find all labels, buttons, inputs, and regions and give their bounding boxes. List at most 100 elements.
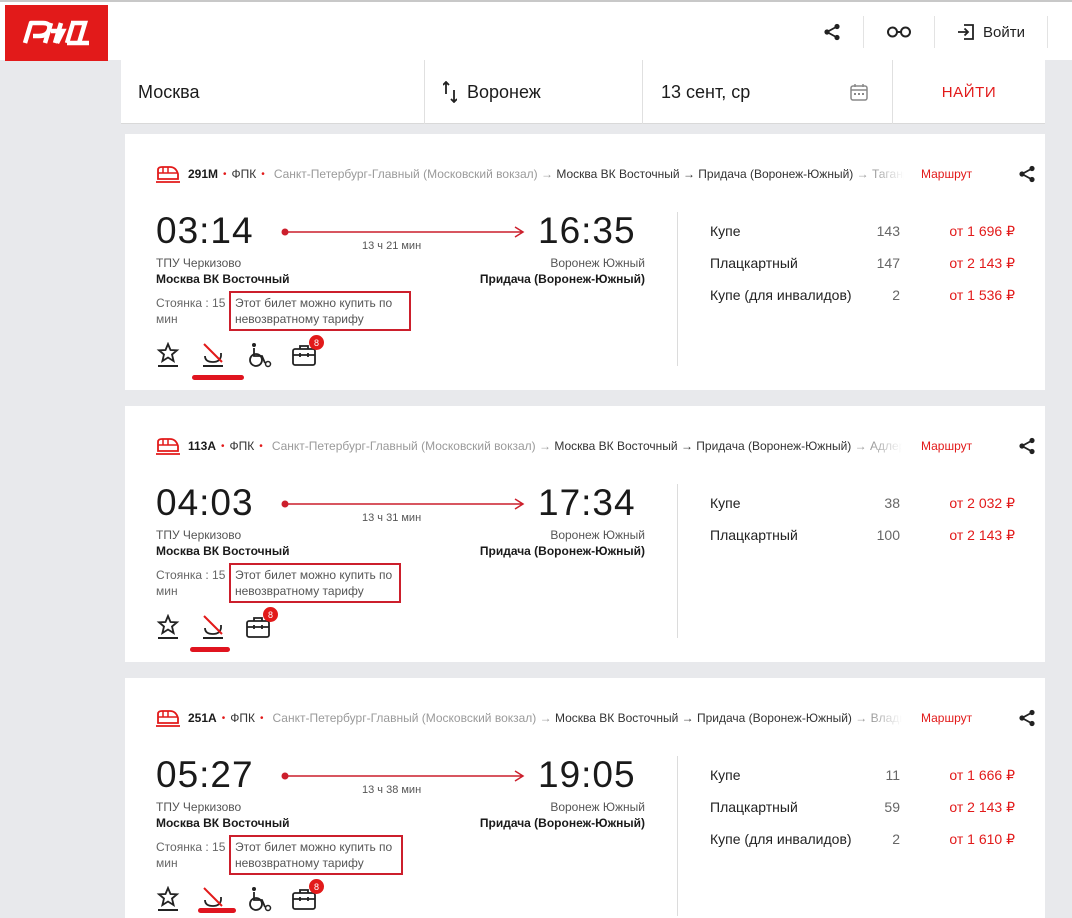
share-icon[interactable] [1018, 437, 1036, 458]
luggage-badge: 8 [309, 879, 324, 894]
luggage-icon[interactable]: 8 [292, 335, 324, 367]
from-field[interactable]: Москва [121, 60, 425, 124]
search-bar: Москва Воронеж 13 сент, ср НАЙТИ [121, 60, 1045, 124]
arrival-city: Воронеж Южный [550, 800, 645, 814]
amenity-icons: 8 [156, 335, 336, 370]
duration: 13 ч 21 мин [362, 240, 422, 252]
luggage-badge: 8 [309, 335, 324, 350]
share-icon [824, 23, 840, 41]
fare-row[interactable]: Плацкартный 100 от 2 143 ₽ [710, 527, 1015, 547]
wheelchair-icon[interactable] [246, 886, 272, 912]
departure-time: 05:27 [156, 754, 254, 795]
top-bar: Войти [0, 0, 1072, 61]
train-number[interactable]: 113А [188, 439, 216, 453]
no-pets-icon[interactable] [200, 614, 226, 640]
carrier: ФПК [231, 167, 257, 181]
carrier: ФПК [229, 439, 255, 453]
arrival-time: 17:34 [538, 482, 636, 523]
nonrefundable-note: Этот билет можно купить по невозвратному… [229, 291, 411, 331]
duration-arrow-icon [281, 226, 525, 238]
divider [677, 212, 678, 366]
duration: 13 ч 31 мин [362, 512, 422, 524]
rzd-logo[interactable] [5, 5, 108, 61]
star-rating-icon[interactable] [156, 886, 180, 912]
stop-duration: Стоянка : 15 мин [156, 568, 226, 598]
divider [677, 484, 678, 638]
luggage-icon[interactable]: 8 [292, 879, 324, 911]
arrival-station: Придача (Воронеж-Южный) [479, 272, 645, 286]
route-link[interactable]: Маршрут [921, 167, 972, 181]
arrival-city: Воронеж Южный [550, 256, 645, 270]
train-card: 113А • ФПК • Санкт-Петербург-Главный (Мо… [125, 406, 1045, 662]
login-button[interactable]: Войти [934, 16, 1048, 48]
fare-row[interactable]: Плацкартный 147 от 2 143 ₽ [710, 255, 1015, 275]
departure-station-hub: ТПУ Черкизово [156, 256, 242, 270]
calendar-icon[interactable] [850, 83, 868, 101]
departure-station: Москва ВК Восточный [156, 544, 290, 558]
duration-arrow-icon [281, 770, 525, 782]
duration: 13 ч 38 мин [362, 784, 422, 796]
to-field[interactable]: Воронеж [425, 60, 643, 124]
train-number[interactable]: 291М [188, 167, 218, 181]
departure-time: 04:03 [156, 482, 254, 523]
amenity-icons: 8 [156, 879, 336, 914]
arrival-time: 16:35 [538, 210, 636, 251]
login-label: Войти [983, 23, 1025, 41]
fare-row[interactable]: Плацкартный 59 от 2 143 ₽ [710, 799, 1015, 819]
arrival-city: Воронеж Южный [550, 528, 645, 542]
share-icon[interactable] [1018, 165, 1036, 186]
date-value: 13 сент, ср [661, 81, 751, 102]
fare-row[interactable]: Купе (для инвалидов) 2 от 1 610 ₽ [710, 831, 1015, 851]
nonrefundable-note: Этот билет можно купить по невозвратному… [229, 563, 401, 603]
date-field[interactable]: 13 сент, ср [643, 60, 893, 124]
train-route: Санкт-Петербург-Главный (Московский вокз… [273, 167, 904, 181]
route-link[interactable]: Маршрут [921, 711, 972, 725]
star-rating-icon[interactable] [156, 342, 180, 368]
train-header: 251А • ФПК • Санкт-Петербург-Главный (Мо… [156, 708, 1036, 728]
train-header: 113А • ФПК • Санкт-Петербург-Главный (Мо… [156, 436, 1036, 456]
rzd-logo-mark [22, 20, 89, 46]
train-route: Санкт-Петербург-Главный (Московский вокз… [272, 711, 903, 725]
nonrefundable-note: Этот билет можно купить по невозвратному… [229, 835, 403, 875]
route-link[interactable]: Маршрут [921, 439, 972, 453]
to-value: Воронеж [467, 81, 541, 102]
divider [677, 756, 678, 916]
highlight-mark [190, 647, 230, 652]
departure-station-hub: ТПУ Черкизово [156, 528, 242, 542]
share-icon[interactable] [1018, 709, 1036, 730]
train-icon [156, 165, 180, 183]
train-icon [156, 437, 180, 455]
train-card: 251А • ФПК • Санкт-Петербург-Главный (Мо… [125, 678, 1045, 918]
fare-row[interactable]: Купе 11 от 1 666 ₽ [710, 767, 1015, 787]
train-header: 291М • ФПК • Санкт-Петербург-Главный (Мо… [156, 164, 1036, 184]
arrival-station: Придача (Воронеж-Южный) [479, 544, 645, 558]
arrival-station: Придача (Воронеж-Южный) [479, 816, 645, 830]
departure-time: 03:14 [156, 210, 254, 251]
fare-row[interactable]: Купе 38 от 2 032 ₽ [710, 495, 1015, 515]
no-pets-icon[interactable] [200, 342, 226, 368]
departure-station-hub: ТПУ Черкизово [156, 800, 242, 814]
star-rating-icon[interactable] [156, 614, 180, 640]
swap-icon[interactable] [443, 81, 457, 103]
train-icon [156, 709, 180, 727]
highlight-mark [198, 908, 236, 913]
wheelchair-icon[interactable] [246, 342, 272, 368]
departure-station: Москва ВК Восточный [156, 816, 290, 830]
train-card: 291М • ФПК • Санкт-Петербург-Главный (Мо… [125, 134, 1045, 390]
find-button[interactable]: НАЙТИ [893, 60, 1045, 124]
departure-station: Москва ВК Восточный [156, 272, 290, 286]
stop-duration: Стоянка : 15 мин [156, 840, 226, 870]
share-button[interactable] [801, 16, 863, 48]
login-icon [958, 24, 974, 40]
fare-row[interactable]: Купе 143 от 1 696 ₽ [710, 223, 1015, 243]
accessibility-button[interactable] [863, 16, 934, 48]
fare-row[interactable]: Купе (для инвалидов) 2 от 1 536 ₽ [710, 287, 1015, 307]
highlight-mark [192, 375, 244, 380]
duration-arrow-icon [281, 498, 525, 510]
train-route: Санкт-Петербург-Главный (Московский вокз… [271, 439, 902, 453]
train-number[interactable]: 251А [188, 711, 217, 725]
arrival-time: 19:05 [538, 754, 636, 795]
luggage-icon[interactable]: 8 [246, 607, 278, 639]
stop-duration: Стоянка : 15 мин [156, 296, 226, 326]
luggage-badge: 8 [263, 607, 278, 622]
